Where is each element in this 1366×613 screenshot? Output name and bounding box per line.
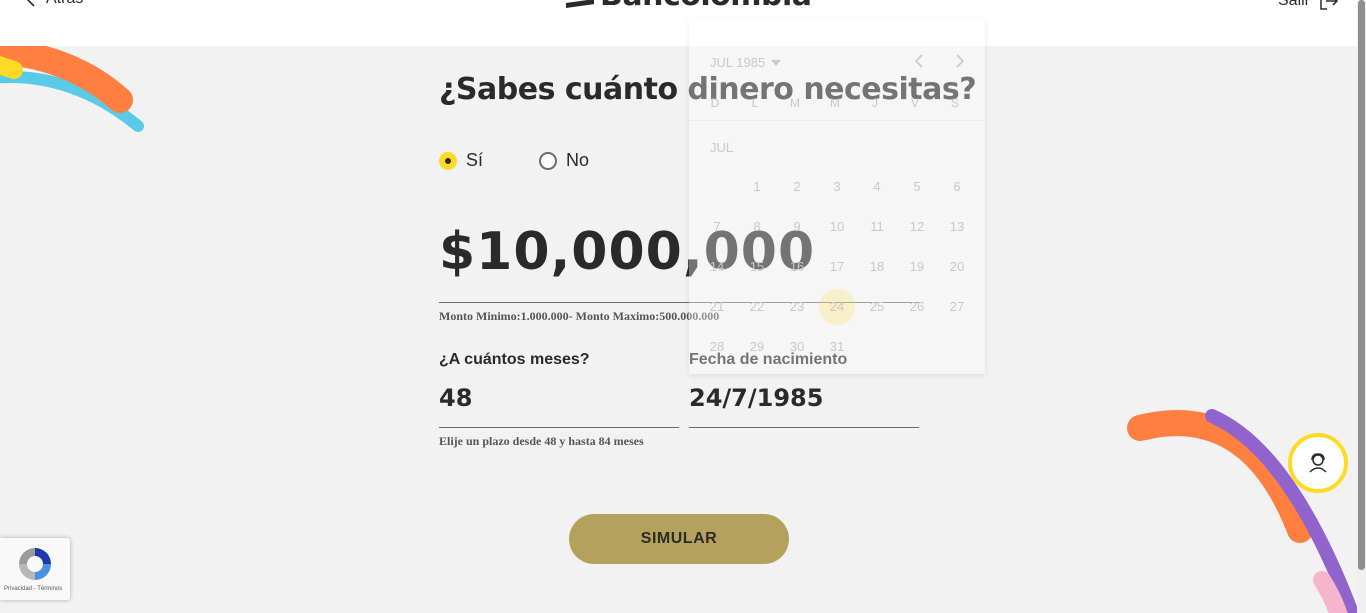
calendar-day[interactable]: 27: [939, 289, 975, 325]
logout-label: Salir: [1278, 0, 1311, 9]
calendar-day[interactable]: 7: [699, 209, 735, 245]
logout-button[interactable]: Salir: [1278, 0, 1340, 12]
months-hint: Elije un plazo desde 48 y hasta 84 meses: [439, 434, 644, 448]
chevron-left-icon[interactable]: [909, 51, 929, 71]
datepicker-month-label: JUL: [710, 140, 734, 155]
calendar-day[interactable]: 31: [819, 329, 855, 365]
recaptcha-badge[interactable]: Privacidad - Términos: [0, 538, 70, 600]
calendar-day[interactable]: 19: [899, 249, 935, 285]
birthdate-underline: [689, 427, 919, 428]
calendar-day[interactable]: 16: [779, 249, 815, 285]
weekday-header: J: [872, 96, 878, 110]
scrollbar-thumb[interactable]: [1358, 0, 1365, 570]
calendar-day[interactable]: 4: [859, 169, 895, 205]
recaptcha-icon: [19, 548, 51, 580]
weekday-header: V: [910, 96, 919, 110]
advisor-icon: [1309, 453, 1327, 473]
weekday-header: M: [790, 96, 800, 110]
datepicker-month-year: JUL 1985: [710, 55, 766, 70]
back-label: Atrás: [46, 0, 83, 8]
calendar-day[interactable]: 10: [819, 209, 855, 245]
datepicker-weekdays: DLMMJVS: [689, 96, 985, 121]
calendar-day[interactable]: 23: [779, 289, 815, 325]
calendar-day[interactable]: 15: [739, 249, 775, 285]
calendar-day[interactable]: 8: [739, 209, 775, 245]
datepicker-month-select[interactable]: JUL 1985: [710, 55, 782, 70]
calendar-day[interactable]: 30: [779, 329, 815, 365]
calendar-day[interactable]: 26: [899, 289, 935, 325]
calendar-day[interactable]: 22: [739, 289, 775, 325]
calendar-day[interactable]: 21: [699, 289, 735, 325]
top-header: Atrás Bancolombia Salir: [0, 0, 1357, 46]
months-underline: [439, 427, 679, 428]
page-scrollbar[interactable]: [1357, 0, 1366, 613]
radio-yes-label: Sí: [466, 150, 484, 170]
calendar-day[interactable]: 11: [859, 209, 895, 245]
radio-no-label: No: [566, 150, 590, 170]
calendar-day[interactable]: 5: [899, 169, 935, 205]
radio-no-indicator[interactable]: [539, 151, 558, 170]
birthdate-input[interactable]: 24/7/1985: [689, 384, 823, 412]
calendar-day[interactable]: 6: [939, 169, 975, 205]
calendar-day[interactable]: 18: [859, 249, 895, 285]
caret-down-icon: [771, 59, 782, 66]
calendar-day[interactable]: 13: [939, 209, 975, 245]
radio-yes[interactable]: Sí: [439, 150, 483, 171]
help-advisor-button[interactable]: [1288, 433, 1348, 493]
weekday-header: S: [950, 96, 959, 110]
bancolombia-logo[interactable]: Bancolombia: [566, 0, 812, 13]
chevron-right-icon[interactable]: [950, 51, 970, 71]
calendar-day[interactable]: 1: [739, 169, 775, 205]
amount-hint: Monto Minimo:1.000.000- Monto Maximo:500…: [439, 309, 720, 323]
months-input[interactable]: 48: [439, 384, 472, 412]
logout-icon: [1320, 0, 1339, 10]
weekday-header: M: [830, 96, 840, 110]
chevron-left-icon: [26, 0, 35, 7]
logo-mark-icon: [566, 0, 594, 8]
radio-yes-indicator[interactable]: [439, 151, 457, 170]
datepicker-popup: JUL 1985 DLMMJVS JUL 1 2 3 4 5 6 7 8 9 10 11 12 13 14…: [689, 18, 985, 374]
calendar-day[interactable]: 25: [859, 289, 895, 325]
calendar-day[interactable]: 9: [779, 209, 815, 245]
recaptcha-legal[interactable]: Privacidad - Términos: [4, 586, 62, 592]
weekday-header: D: [710, 96, 720, 110]
weekday-header: L: [751, 96, 759, 110]
calendar-day[interactable]: 12: [899, 209, 935, 245]
calendar-day[interactable]: 24: [819, 289, 855, 325]
back-button[interactable]: Atrás: [24, 0, 83, 8]
simulate-button[interactable]: SIMULAR: [569, 514, 789, 564]
radio-no[interactable]: No: [539, 150, 589, 171]
calendar-day[interactable]: 3: [819, 169, 855, 205]
months-label: ¿A cuántos meses?: [439, 351, 590, 368]
calendar-day[interactable]: 14: [699, 249, 735, 285]
calendar-day[interactable]: 20: [939, 249, 975, 285]
calendar-day[interactable]: 17: [819, 249, 855, 285]
calendar-day[interactable]: 29: [739, 329, 775, 365]
money-known-radio-group: Sí No: [439, 150, 589, 171]
calendar-day[interactable]: 28: [699, 329, 735, 365]
logo-text: Bancolombia: [600, 0, 812, 13]
calendar-day[interactable]: 2: [779, 169, 815, 205]
